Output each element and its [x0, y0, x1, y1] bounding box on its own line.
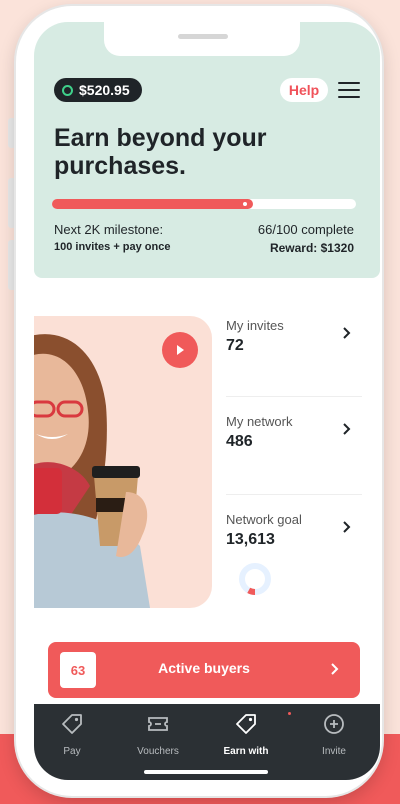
- app-screen: $520.95 Help Earn beyond your purchases.…: [34, 22, 380, 780]
- network-goal-progress-ring: [239, 563, 271, 595]
- milestone-title: Next 2K milestone:: [54, 222, 164, 237]
- milestone-reward: Reward: $1320: [269, 241, 354, 255]
- tab-vouchers[interactable]: Vouchers: [118, 712, 198, 759]
- tab-label: Vouchers: [137, 746, 179, 757]
- chevron-right-icon: [343, 327, 351, 339]
- tab-label: Earn with: [223, 746, 269, 757]
- divider: [226, 494, 362, 495]
- tab-pay[interactable]: Pay: [34, 712, 112, 759]
- hamburger-menu-icon[interactable]: [338, 82, 360, 98]
- tag-icon: [62, 714, 82, 734]
- plus-circle-icon: [324, 714, 344, 734]
- stat-my-invites[interactable]: My invites 72: [226, 318, 366, 355]
- play-icon: [177, 345, 184, 355]
- stat-network-goal[interactable]: Network goal 13,613: [226, 512, 366, 549]
- tag-icon: [236, 714, 256, 734]
- earnings-header: $520.95 Help Earn beyond your purchases.…: [34, 22, 380, 278]
- milestone-requirement: 100 invites + pay once: [54, 241, 171, 253]
- bottom-tab-bar: Pay Vouchers Earn with Invite: [34, 704, 380, 780]
- promo-video-card[interactable]: [34, 316, 212, 608]
- page-title: Earn beyond your purchases.: [54, 124, 267, 180]
- chevron-right-icon: [343, 521, 351, 533]
- milestone-progress-fill: [52, 199, 253, 209]
- balance-status-icon: [62, 84, 73, 96]
- phone-volume-down: [8, 240, 16, 290]
- tab-label: Invite: [322, 746, 346, 757]
- stat-my-network[interactable]: My network 486: [226, 414, 366, 451]
- play-video-button[interactable]: [162, 332, 198, 368]
- phone-notch: [104, 22, 300, 56]
- chevron-right-icon: [331, 663, 339, 675]
- milestone-complete-text: 66/100 complete: [257, 222, 354, 237]
- phone-volume-up: [8, 178, 16, 228]
- divider: [226, 396, 362, 397]
- notification-dot: [288, 712, 291, 715]
- wallet-balance: $520.95: [79, 82, 130, 98]
- milestone-progress-bar: [52, 199, 356, 209]
- milestone-info: Next 2K milestone: 100 invites + pay onc…: [54, 222, 170, 253]
- wallet-balance-pill[interactable]: $520.95: [54, 78, 142, 102]
- milestone-progress-marker: [242, 202, 247, 206]
- tab-invite[interactable]: Invite: [294, 712, 374, 759]
- tab-label: Pay: [63, 746, 81, 757]
- help-button[interactable]: Help: [280, 78, 328, 102]
- ticket-icon: [148, 717, 168, 731]
- home-indicator: [144, 770, 268, 774]
- chevron-right-icon: [343, 423, 351, 435]
- active-buyers-button[interactable]: 63 Active buyers: [48, 642, 360, 698]
- milestone-status: 66/100 complete Reward: $1320: [258, 222, 354, 255]
- speaker-grille: [178, 34, 228, 39]
- tab-earn-with[interactable]: Earn with: [206, 712, 291, 759]
- active-buyers-label: Active buyers: [158, 660, 250, 676]
- phone-mute-switch: [8, 118, 16, 148]
